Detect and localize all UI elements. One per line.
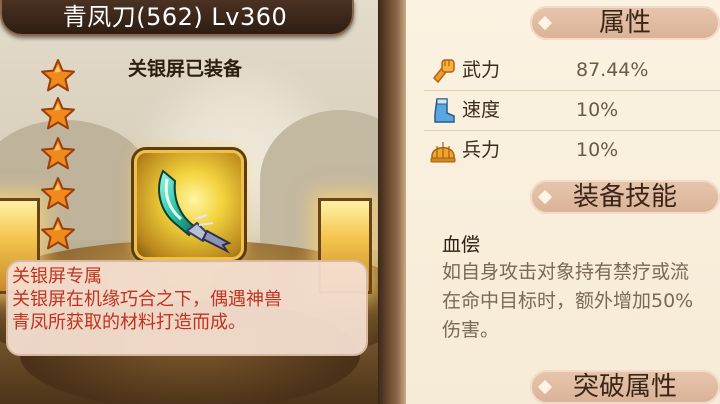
exclusive-label: 关银屏专属 — [12, 266, 102, 287]
equipped-status: 关银屏已装备 — [127, 58, 242, 80]
weapon-icon[interactable] — [134, 150, 244, 260]
skill-line: 如自身攻击对象持有禁疗或流 — [442, 261, 690, 283]
attribute-name: 兵力 — [462, 139, 501, 161]
star-icon — [41, 97, 75, 130]
star-icon — [41, 217, 75, 250]
attribute-value: 87.44% — [576, 59, 649, 81]
description-line: 关银屏在机缘巧合之下，偶遇神兽 — [12, 289, 282, 310]
skill-line: 在命中目标时，额外增加50% — [442, 290, 694, 312]
attribute-name: 速度 — [462, 99, 501, 121]
skill-line: 伤害。 — [442, 319, 500, 341]
attributes-header: 属性 — [598, 8, 651, 38]
item-title: 青凤刀(562) Lv360 — [62, 3, 288, 31]
item-description: 关银屏在机缘巧合之下，偶遇神兽 青凤所获取的材料打造而成。 — [12, 288, 357, 334]
skill-name: 血偿 — [442, 234, 481, 256]
panel-divider — [378, 0, 406, 404]
breakthrough-header: 突破属性 — [572, 372, 677, 402]
star-icon — [41, 137, 75, 170]
attribute-row-troops: 兵力 10% — [424, 130, 720, 170]
attribute-value: 10% — [576, 99, 619, 121]
skill-description: 如自身攻击对象持有禁疗或流 在命中目标时，额外增加50% 伤害。 — [442, 258, 720, 345]
attribute-name: 武力 — [462, 59, 501, 81]
description-line: 青凤所获取的材料打造而成。 — [12, 312, 246, 333]
skill-header: 装备技能 — [572, 182, 677, 212]
star-icon — [41, 177, 75, 210]
fist-icon — [432, 59, 455, 84]
attribute-row-speed: 速度 10% — [424, 90, 720, 130]
star-icon — [41, 59, 75, 92]
boot-icon — [434, 98, 455, 123]
attribute-row-power: 武力 87.44% — [424, 50, 720, 90]
helmet-icon — [430, 142, 456, 163]
attribute-value: 10% — [576, 139, 619, 161]
